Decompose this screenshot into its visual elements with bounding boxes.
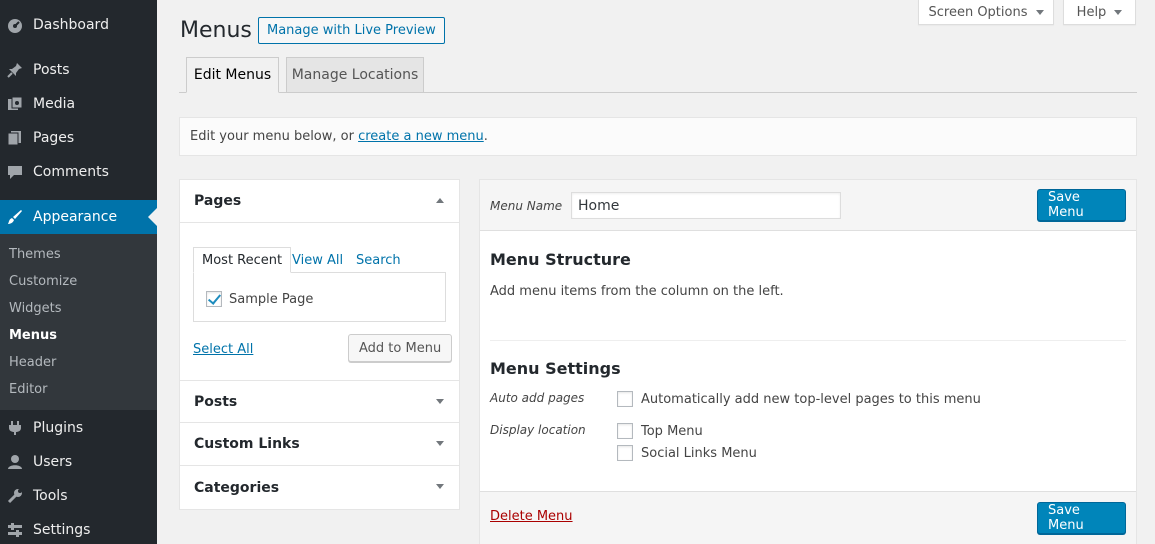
top-menu-label: Top Menu: [641, 424, 703, 439]
menu-structure-desc: Add menu items from the column on the le…: [490, 284, 784, 299]
accordion-pages-header[interactable]: Pages: [180, 180, 459, 223]
brush-icon: [7, 209, 23, 225]
sidebar-item-label: Settings: [33, 522, 91, 538]
submenu-item-editor[interactable]: Editor: [9, 382, 47, 397]
sidebar-item-label: Tools: [33, 488, 68, 504]
submenu-item-header[interactable]: Header: [9, 355, 56, 370]
select-all-link[interactable]: Select All: [193, 342, 253, 357]
notice-text: Edit your menu below, or: [190, 129, 359, 144]
create-menu-link[interactable]: create a new menu: [358, 129, 484, 144]
sidebar-item-label: Users: [33, 454, 73, 470]
tab-manage-locations[interactable]: Manage Locations: [286, 57, 424, 93]
sidebar-item-label: Comments: [33, 164, 109, 180]
caret-down-icon: [1035, 9, 1044, 15]
auto-add-option-label: Automatically add new top-level pages to…: [641, 392, 981, 407]
arrow-down-icon: [436, 399, 444, 404]
menu-name-input[interactable]: Home: [571, 192, 841, 219]
submenu-item-widgets[interactable]: Widgets: [9, 301, 62, 316]
dashboard-icon: [7, 17, 23, 33]
save-menu-button-bottom[interactable]: Save Menu: [1037, 502, 1126, 534]
edit-notice: Edit your menu below, or create a new me…: [179, 117, 1137, 156]
pin-icon: [7, 62, 23, 78]
tab-view-all[interactable]: View All: [292, 247, 343, 273]
sidebar-item-appearance[interactable]: Appearance: [0, 200, 157, 234]
screen-options-button[interactable]: Screen Options: [918, 0, 1054, 25]
help-button[interactable]: Help: [1063, 0, 1136, 25]
sidebar-item-media[interactable]: Media: [0, 87, 157, 121]
tab-edit-menus[interactable]: Edit Menus: [186, 57, 279, 93]
display-location-label: Display location: [490, 423, 586, 437]
help-label: Help: [1076, 4, 1107, 20]
settings-icon: [7, 522, 23, 538]
sample-page-checkbox[interactable]: [206, 291, 222, 307]
accordion-title: Pages: [194, 193, 242, 209]
add-to-menu-button[interactable]: Add to Menu: [348, 334, 453, 362]
arrow-up-icon: [436, 198, 444, 203]
tab-search[interactable]: Search: [356, 247, 401, 273]
plugin-icon: [7, 420, 23, 436]
accordion-posts-header[interactable]: Posts: [180, 380, 459, 423]
sidebar-item-settings[interactable]: Settings: [0, 513, 157, 544]
submenu-item-themes[interactable]: Themes: [9, 247, 61, 262]
screen-options-label: Screen Options: [928, 4, 1028, 20]
submenu-item-menus[interactable]: Menus: [9, 328, 57, 343]
comment-icon: [7, 164, 23, 180]
menu-settings-title: Menu Settings: [490, 359, 621, 378]
accordion-title: Custom Links: [194, 436, 300, 452]
sidebar-item-label: Media: [33, 96, 76, 112]
menu-structure-title: Menu Structure: [490, 250, 631, 269]
media-icon: [7, 96, 23, 112]
wrench-icon: [7, 488, 23, 504]
sidebar-item-label: Pages: [33, 130, 75, 146]
sidebar-item-dashboard[interactable]: Dashboard: [0, 8, 157, 42]
save-menu-button-top[interactable]: Save Menu: [1037, 189, 1126, 221]
section-divider: [490, 340, 1126, 341]
accordion-title: Categories: [194, 479, 280, 496]
sidebar-item-label: Posts: [33, 62, 70, 78]
sidebar-item-label: Appearance: [33, 209, 118, 225]
appearance-submenu: Themes Customize Widgets Menus Header Ed…: [0, 234, 157, 410]
auto-add-label: Auto add pages: [490, 391, 585, 405]
accordion-custom-links-header[interactable]: Custom Links: [180, 423, 459, 466]
sidebar-item-users[interactable]: Users: [0, 445, 157, 479]
top-menu-checkbox[interactable]: [617, 423, 633, 439]
auto-add-checkbox[interactable]: [617, 391, 633, 407]
pages-icon: [7, 130, 23, 146]
sidebar-item-comments[interactable]: Comments: [0, 155, 157, 189]
sidebar-item-tools[interactable]: Tools: [0, 479, 157, 513]
sidebar-item-label: Plugins: [33, 420, 84, 436]
admin-sidebar: Dashboard Posts Media Pages Comments App…: [0, 0, 157, 544]
submenu-item-customize[interactable]: Customize: [9, 274, 77, 289]
arrow-down-icon: [436, 484, 444, 489]
sidebar-item-label: Dashboard: [33, 17, 109, 33]
menu-name-label: Menu Name: [490, 199, 563, 213]
sample-page-label: Sample Page: [229, 292, 314, 307]
users-icon: [7, 454, 23, 470]
live-preview-button[interactable]: Manage with Live Preview: [258, 17, 445, 44]
caret-down-icon: [1114, 9, 1123, 15]
notice-suffix: .: [483, 129, 488, 144]
sidebar-item-plugins[interactable]: Plugins: [0, 411, 157, 445]
social-links-label: Social Links Menu: [641, 446, 757, 461]
arrow-down-icon: [436, 441, 444, 446]
accordion-title: Posts: [194, 393, 238, 410]
delete-menu-link[interactable]: Delete Menu: [490, 509, 573, 524]
accordion-categories-header[interactable]: Categories: [180, 466, 459, 509]
tab-most-recent[interactable]: Most Recent: [193, 247, 292, 273]
sidebar-item-posts[interactable]: Posts: [0, 53, 157, 87]
social-links-checkbox[interactable]: [617, 445, 633, 461]
sidebar-item-pages[interactable]: Pages: [0, 121, 157, 155]
page-title: Menus: [180, 18, 252, 43]
